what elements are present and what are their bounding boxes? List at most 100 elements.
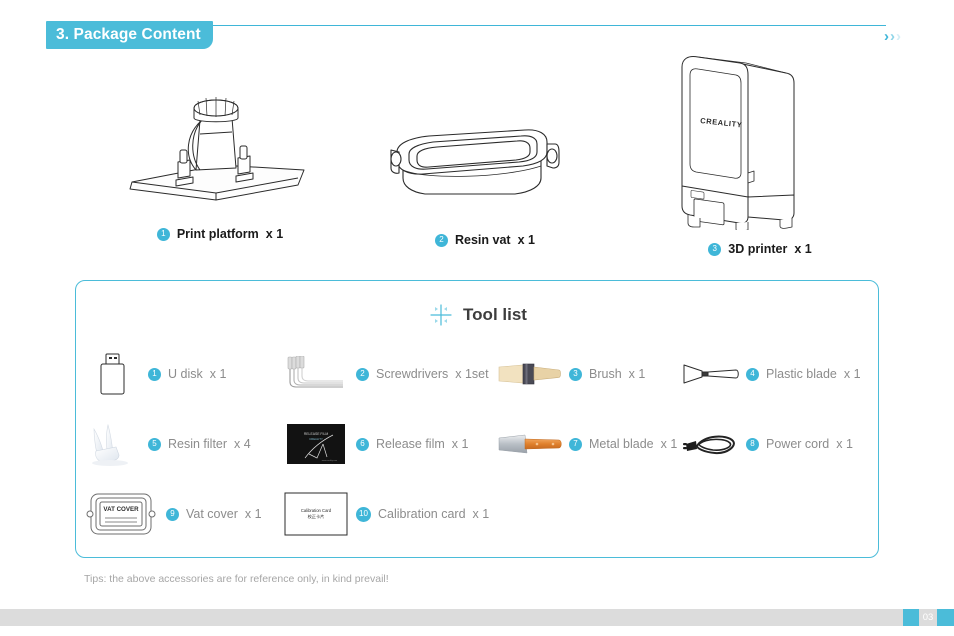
page-title: 3. Package Content (56, 26, 201, 43)
item-number-badge: 2 (435, 233, 448, 247)
item-number-badge: 6 (356, 437, 369, 451)
tool-quantity: x 1 (836, 437, 853, 451)
tool-row: VAT COVER 9 Vat cover x 1 Calibration Ca… (76, 479, 880, 549)
chevron-right-icon: › (884, 28, 889, 45)
tool-cell-empty (491, 479, 880, 549)
3d-printer-illustration: CREALITY (660, 45, 860, 230)
metal-blade-icon (491, 432, 569, 456)
tool-quantity: x 1 (660, 437, 678, 451)
tool-name: Resin filter (168, 437, 228, 451)
chevron-decoration: › › › (884, 29, 901, 44)
package-content-page: 3. Package Content › › › 1 Print platfor… (0, 0, 954, 636)
item-number-badge: 7 (569, 437, 582, 451)
tool-quantity: x 1 (843, 367, 861, 381)
resin-vat-illustration (385, 100, 585, 205)
vat-cover-text: VAT COVER (103, 506, 139, 513)
tool-item-resin-filter: 5 Resin filter x 4 (76, 409, 276, 479)
tool-item-u-disk: 1 U disk x 1 (76, 339, 276, 409)
tool-label: 10 Calibration card x 1 (356, 506, 490, 522)
brush-icon (491, 361, 569, 387)
tool-name: Vat cover (186, 507, 238, 521)
tool-label: 7 Metal blade x 1 (569, 437, 677, 451)
chevron-right-icon: › (890, 28, 895, 45)
tool-item-calibration-card: Calibration Card 校正卡片 10 Calibration car… (276, 479, 491, 549)
tool-name: Plastic blade (766, 367, 837, 381)
tool-name: Brush (589, 367, 622, 381)
tool-quantity: x 1 (628, 367, 646, 381)
svg-text:www.creality.com: www.creality.com (322, 459, 338, 462)
item-number-badge: 8 (746, 437, 759, 451)
resin-filter-icon (76, 421, 148, 467)
svg-text:RELEASE FILM: RELEASE FILM (304, 432, 328, 436)
tool-item-power-cord: 8 Power cord x 1 (676, 409, 880, 479)
chevron-right-icon: › (896, 28, 901, 45)
tool-list-title: Tool list (463, 305, 527, 324)
calibration-card-text-cn: 校正卡片 (308, 513, 325, 520)
tool-quantity: x 1set (455, 367, 489, 381)
footer-accent-left (903, 609, 919, 626)
tool-quantity: x 1 (472, 507, 490, 521)
vat-cover-icon: VAT COVER (76, 491, 166, 537)
item-number-badge: 1 (156, 227, 170, 241)
tool-row: 1 U disk x 1 2 Screwdrivers x 1set 3 Bru… (76, 339, 880, 409)
crosshair-icon (429, 303, 453, 327)
page-number: 03 (919, 609, 937, 626)
main-components-row: 1 Print platform x 1 2 Resin vat x 1 CRE… (0, 45, 954, 260)
item-number-badge: 3 (708, 242, 722, 256)
tool-list-panel: Tool list 1 U disk x 1 2 Screwdrivers x … (75, 280, 879, 558)
product-quantity: x 1 (265, 227, 284, 241)
tool-label: 9 Vat cover x 1 (166, 507, 262, 521)
product-label: 1 Print platform x 1 (120, 227, 320, 241)
calibration-card-icon: Calibration Card 校正卡片 (276, 492, 356, 536)
product-quantity: x 1 (794, 242, 812, 256)
item-number-badge: 4 (746, 367, 759, 381)
product-name: 3D printer (728, 242, 788, 256)
release-film-icon: RELEASE FILM CREALITY www.creality.com (276, 424, 356, 464)
item-number-badge: 5 (148, 437, 161, 451)
product-label: 2 Resin vat x 1 (385, 233, 585, 247)
item-number-badge: 2 (356, 367, 369, 381)
tool-label: 4 Plastic blade x 1 (746, 367, 861, 381)
tool-quantity: x 4 (234, 437, 251, 451)
svg-text:CREALITY: CREALITY (309, 437, 323, 441)
tool-item-metal-blade: 7 Metal blade x 1 (491, 409, 677, 479)
product-print-platform: 1 Print platform x 1 (120, 90, 320, 241)
tool-name: Release film (376, 437, 445, 451)
product-name: Resin vat (455, 233, 511, 247)
tool-item-plastic-blade: 4 Plastic blade x 1 (676, 339, 880, 409)
tool-quantity: x 1 (451, 437, 469, 451)
product-3d-printer: CREALITY 3 3D printer x 1 (660, 45, 860, 256)
hex-key-set-icon (276, 356, 356, 392)
tool-item-screwdrivers: 2 Screwdrivers x 1set (276, 339, 491, 409)
tool-label: 2 Screwdrivers x 1set (356, 367, 489, 381)
tool-list-grid: 1 U disk x 1 2 Screwdrivers x 1set 3 Bru… (76, 339, 880, 549)
tool-item-release-film: RELEASE FILM CREALITY www.creality.com 6 (276, 409, 491, 479)
tool-quantity: x 1 (209, 367, 227, 381)
tool-name: Calibration card (378, 507, 466, 521)
tool-name: Screwdrivers (376, 367, 449, 381)
tool-label: 8 Power cord x 1 (746, 437, 853, 451)
tool-label: 3 Brush x 1 (569, 367, 645, 381)
product-name: Print platform (176, 227, 259, 241)
product-quantity: x 1 (517, 233, 535, 247)
tool-name: U disk (168, 367, 203, 381)
item-number-badge: 9 (166, 507, 179, 521)
tips-note: Tips: the above accessories are for refe… (84, 573, 389, 585)
item-number-badge: 10 (356, 506, 371, 522)
product-resin-vat: 2 Resin vat x 1 (385, 100, 585, 247)
tool-row: 5 Resin filter x 4 RELEASE FILM CREALITY (76, 409, 880, 479)
plastic-blade-icon (676, 362, 746, 386)
tool-name: Metal blade (589, 437, 654, 451)
tool-label: 1 U disk x 1 (148, 367, 226, 381)
tool-name: Power cord (766, 437, 830, 451)
tool-item-vat-cover: VAT COVER 9 Vat cover x 1 (76, 479, 276, 549)
tool-item-brush: 3 Brush x 1 (491, 339, 676, 409)
tool-label: 5 Resin filter x 4 (148, 437, 251, 451)
print-platform-illustration (120, 90, 320, 205)
usb-flash-drive-icon (76, 351, 148, 397)
power-cord-icon (676, 430, 746, 458)
item-number-badge: 3 (569, 367, 582, 381)
item-number-badge: 1 (148, 367, 161, 381)
footer-accent-right (937, 609, 954, 626)
product-label: 3 3D printer x 1 (660, 242, 860, 256)
